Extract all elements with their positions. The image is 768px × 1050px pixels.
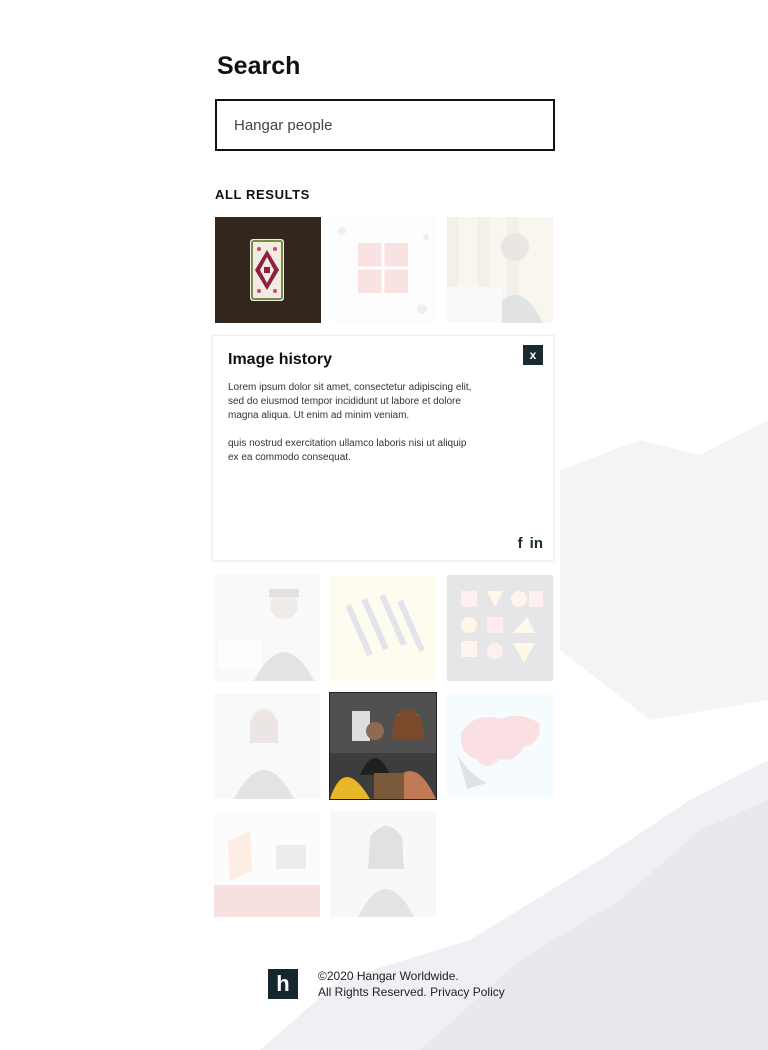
world-map-image — [447, 693, 553, 799]
woman-portrait-image — [330, 811, 436, 917]
office-colleagues-image — [330, 693, 436, 799]
hangar-logo[interactable]: h — [268, 969, 298, 999]
result-thumbnail[interactable] — [447, 693, 553, 799]
result-thumbnail[interactable] — [330, 575, 436, 681]
result-thumbnail[interactable] — [330, 217, 436, 323]
result-thumbnail[interactable] — [447, 575, 553, 681]
geometric-stripes-image — [330, 575, 436, 681]
search-box[interactable] — [215, 99, 555, 151]
page-title: Search — [217, 52, 301, 80]
woman-smiling-image — [214, 693, 320, 799]
copyright-text: ©2020 Hangar Worldwide. — [318, 969, 459, 983]
red-desk-image — [214, 811, 320, 917]
search-page: Search ALL RESULTS — [0, 0, 768, 1050]
image-history-panel: Image history x Lorem ipsum dolor sit am… — [212, 335, 554, 561]
history-paragraph: Lorem ipsum dolor sit amet, consectetur … — [228, 382, 472, 421]
image-history-title: Image history — [228, 351, 333, 368]
history-paragraph: quis nostrud exercitation ullamco labori… — [228, 438, 467, 463]
ornament-card-image — [215, 217, 321, 323]
colorful-shapes-image — [447, 575, 553, 681]
result-thumbnail[interactable] — [214, 811, 320, 917]
result-thumbnail[interactable] — [214, 693, 320, 799]
close-button[interactable]: x — [523, 345, 543, 365]
privacy-policy-link[interactable]: Privacy Policy — [430, 985, 505, 999]
results-heading: ALL RESULTS — [215, 187, 310, 202]
result-thumbnail[interactable] — [330, 811, 436, 917]
result-thumbnail[interactable] — [447, 217, 553, 323]
result-thumbnail-active[interactable] — [329, 692, 437, 800]
close-icon: x — [529, 348, 537, 362]
facebook-icon[interactable]: f — [518, 535, 523, 552]
result-thumbnail[interactable] — [214, 575, 320, 681]
smiling-man-image — [447, 217, 553, 323]
social-links: f in — [518, 535, 543, 552]
result-thumbnail[interactable] — [215, 217, 321, 323]
linkedin-icon[interactable]: in — [530, 535, 543, 552]
rights-text: All Rights Reserved. — [318, 985, 427, 999]
gift-box-image — [330, 217, 436, 323]
man-with-cap-image — [214, 575, 320, 681]
footer-rights-line: All Rights Reserved. Privacy Policy — [318, 984, 505, 1000]
search-input[interactable] — [232, 115, 553, 135]
footer-text: ©2020 Hangar Worldwide. All Rights Reser… — [318, 968, 505, 1000]
